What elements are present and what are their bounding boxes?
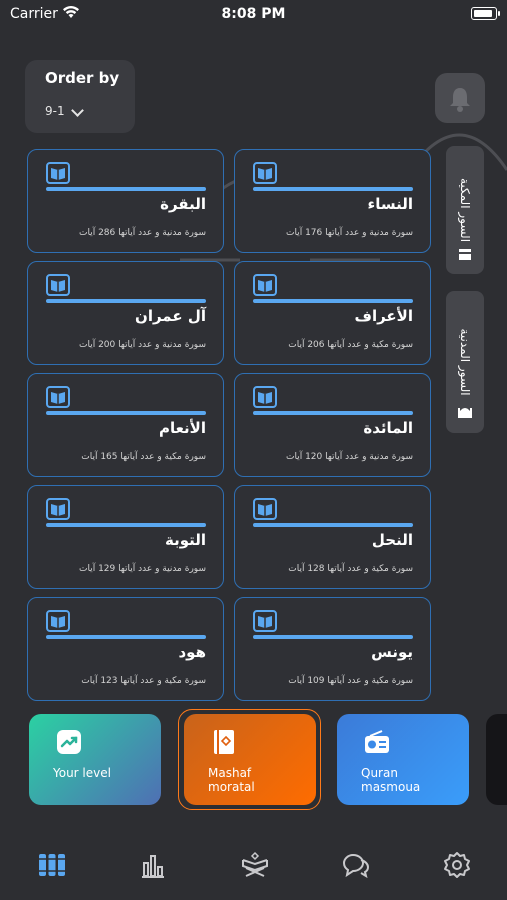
progress-bar: [253, 411, 413, 415]
quran-book-icon: [214, 730, 234, 754]
trend-up-icon: [57, 730, 81, 754]
surah-card[interactable]: يونس سورة مكية و عدد آياتها 109 آيات: [234, 597, 431, 701]
surah-description: سورة مدنية و عدد آياتها 176 آيات: [285, 228, 413, 238]
tab-madani-label: السور المدنية: [458, 328, 472, 396]
order-by-title: Order by: [45, 69, 120, 87]
surah-name: التوبة: [164, 531, 206, 549]
surah-name: البقرة: [160, 195, 206, 213]
surah-description: سورة مكية و عدد آياتها 206 آيات: [288, 340, 413, 350]
surah-name: آل عمران: [135, 307, 206, 325]
surah-name: الأنعام: [158, 419, 206, 437]
surah-name: النساء: [367, 195, 413, 213]
surah-name: الأعراف: [354, 307, 413, 325]
progress-bar: [46, 635, 206, 639]
book-icon: [46, 162, 70, 184]
surah-description: سورة مكية و عدد آياتها 109 آيات: [288, 676, 413, 686]
tab-quran[interactable]: [240, 850, 270, 880]
radio-icon: [365, 730, 389, 753]
progress-bar: [253, 187, 413, 191]
surah-description: سورة مكية و عدد آياتها 128 آيات: [288, 564, 413, 574]
tab-settings[interactable]: [442, 850, 472, 880]
kaaba-icon: [459, 249, 471, 260]
tab-chat[interactable]: [341, 850, 371, 880]
quran-masmoua-label: Quran masmoua: [361, 766, 421, 794]
tab-library[interactable]: [37, 850, 67, 880]
notifications-button[interactable]: [435, 73, 485, 123]
surah-description: سورة مدنية و عدد آياتها 286 آيات: [78, 228, 206, 238]
book-icon: [46, 498, 70, 520]
surah-card[interactable]: هود سورة مكية و عدد آياتها 123 آيات: [27, 597, 224, 701]
surah-name: هود: [178, 643, 206, 661]
book-icon: [46, 610, 70, 632]
chevron-down-icon: [71, 104, 84, 117]
stats-icon: [142, 855, 164, 878]
book-icon: [253, 386, 277, 408]
progress-bar: [253, 523, 413, 527]
quran-stand-icon: [242, 851, 268, 877]
next-card-peek[interactable]: [486, 714, 507, 805]
book-icon: [253, 274, 277, 296]
book-icon: [253, 162, 277, 184]
progress-bar: [253, 299, 413, 303]
surah-card[interactable]: التوبة سورة مدنية و عدد آياتها 129 آيات: [27, 485, 224, 589]
tab-bar: [0, 835, 507, 895]
order-by-value: 9-1: [45, 104, 65, 118]
book-icon: [46, 386, 70, 408]
order-by-selector[interactable]: Order by 9-1: [25, 60, 135, 133]
surah-name: النحل: [371, 531, 413, 549]
surah-description: سورة مدنية و عدد آياتها 200 آيات: [78, 340, 206, 350]
your-level-label: Your level: [53, 766, 111, 780]
mosque-icon: [458, 408, 472, 418]
settings-icon: [444, 852, 470, 878]
progress-bar: [46, 299, 206, 303]
progress-bar: [46, 411, 206, 415]
tab-makki-surahs[interactable]: السور المكية: [446, 146, 484, 274]
mashaf-moratal-card[interactable]: Mashaf moratal: [184, 714, 316, 805]
clock: 8:08 PM: [221, 6, 286, 22]
library-icon: [39, 854, 65, 876]
status-bar: Carrier 8:08 PM: [0, 0, 507, 30]
progress-bar: [253, 635, 413, 639]
surah-card[interactable]: آل عمران سورة مدنية و عدد آياتها 200 آيا…: [27, 261, 224, 365]
your-level-card[interactable]: Your level: [29, 714, 161, 805]
tab-madani-surahs[interactable]: السور المدنية: [446, 291, 484, 433]
surah-description: سورة مكية و عدد آياتها 165 آيات: [81, 452, 206, 462]
surah-description: سورة مكية و عدد آياتها 123 آيات: [81, 676, 206, 686]
surah-card[interactable]: المائدة سورة مدنية و عدد آياتها 120 آيات: [234, 373, 431, 477]
surah-description: سورة مدنية و عدد آياتها 120 آيات: [285, 452, 413, 462]
feature-cards: Your level Mashaf moratal Quran masmoua: [0, 708, 507, 812]
surah-card[interactable]: النساء سورة مدنية و عدد آياتها 176 آيات: [234, 149, 431, 253]
surah-card[interactable]: النحل سورة مكية و عدد آياتها 128 آيات: [234, 485, 431, 589]
surah-description: سورة مدنية و عدد آياتها 129 آيات: [78, 564, 206, 574]
surah-card[interactable]: الأنعام سورة مكية و عدد آياتها 165 آيات: [27, 373, 224, 477]
chat-bubbles-icon: [342, 853, 370, 879]
surah-name: المائدة: [363, 419, 413, 437]
book-icon: [253, 498, 277, 520]
surah-card[interactable]: البقرة سورة مدنية و عدد آياتها 286 آيات: [27, 149, 224, 253]
quran-masmoua-card[interactable]: Quran masmoua: [337, 714, 469, 805]
progress-bar: [46, 523, 206, 527]
book-icon: [253, 610, 277, 632]
surah-name: يونس: [371, 643, 413, 661]
tab-makki-label: السور المكية: [458, 177, 472, 243]
mashaf-moratal-label: Mashaf moratal: [208, 766, 255, 794]
tab-stats[interactable]: [138, 850, 168, 880]
surah-card[interactable]: الأعراف سورة مكية و عدد آياتها 206 آيات: [234, 261, 431, 365]
progress-bar: [46, 187, 206, 191]
bell-icon: [450, 88, 470, 112]
battery-icon: [471, 7, 500, 20]
book-icon: [46, 274, 70, 296]
